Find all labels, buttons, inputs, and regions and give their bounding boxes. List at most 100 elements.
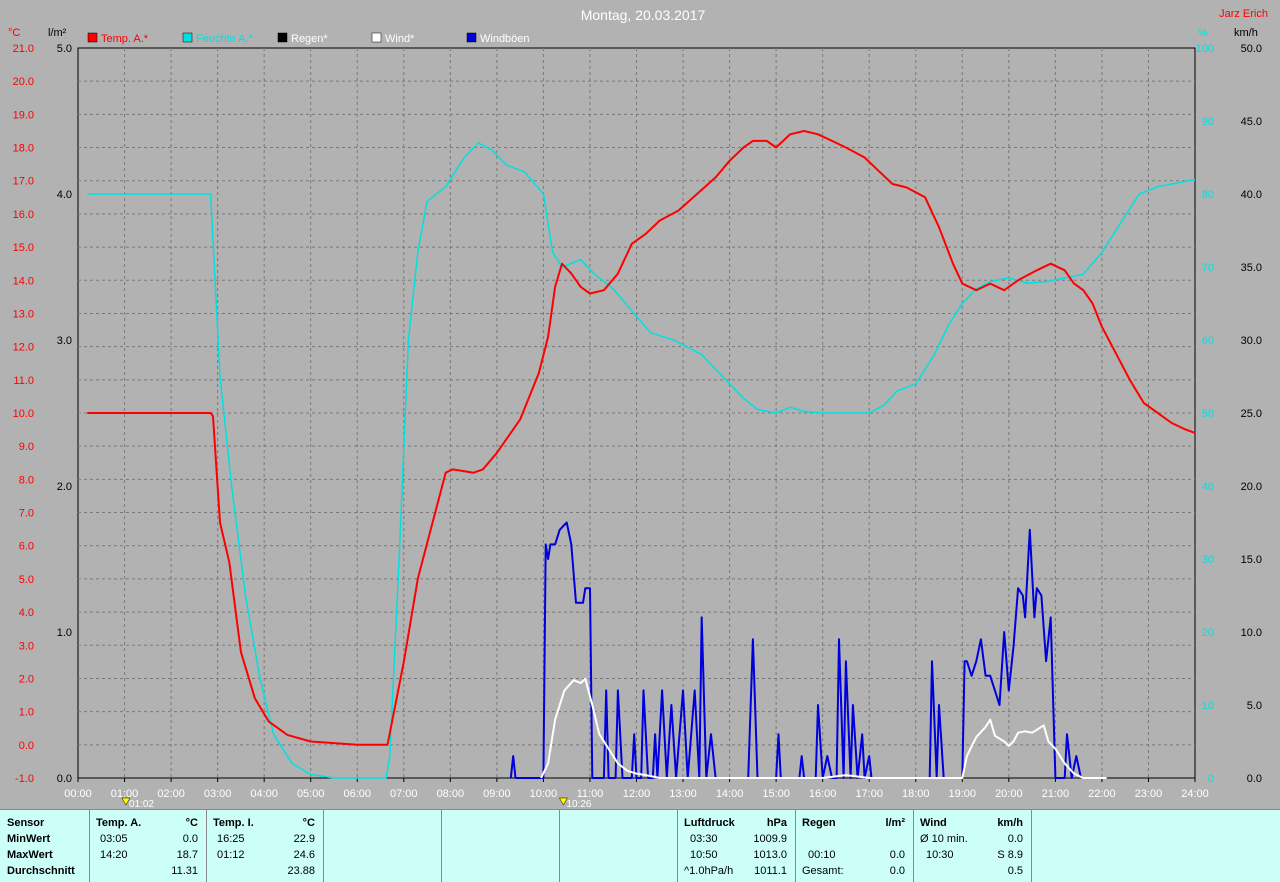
wind-tick-label: 5.0 [1247,700,1262,712]
weather-chart: Montag, 20.03.2017 Jarz Erich Temp. A.* F… [8,7,1268,809]
humidity-tick-label: 90 [1202,116,1214,128]
empty-column-2 [442,810,560,882]
humidity-tick-label: 10 [1202,700,1214,712]
humidity-tick-label: 50 [1202,408,1214,420]
temp-a-column: Temp. A. °C 03:05 0.0 14:20 18.7 11.31 [90,810,207,882]
regen-header: Regen [802,817,836,829]
wind-unit: km/h [997,817,1023,829]
x-tick-label: 08:00 [437,788,465,800]
temp-tick-label: 19.0 [13,109,34,121]
temp-axis-unit: °C [8,27,20,39]
regen-unit: l/m² [885,817,905,829]
temp-tick-label: 4.0 [19,607,34,619]
luftdruck-unit: hPa [766,817,787,829]
temp-a-min-time: 03:05 [100,833,128,845]
luftdruck-trend: ^1.0hPa/h [684,865,734,877]
sensor-header: Sensor [7,817,45,829]
wind-tick-label: 30.0 [1241,335,1262,347]
x-tick-label: 13:00 [669,788,697,800]
rain-tick-label: 4.0 [57,189,72,201]
wind-tick-label: 20.0 [1241,481,1262,493]
legend-label: Feuchte A.* [196,33,254,45]
legend-label: Regen* [291,33,328,45]
temp-tick-label: 16.0 [13,209,34,221]
regen-max-time: 00:10 [808,849,836,861]
temp-tick-label: 15.0 [13,242,34,254]
temp-tick-label: 11.0 [13,375,34,387]
humidity-axis-unit: % [1198,27,1208,39]
rain-axis-unit: l/m² [48,27,67,39]
legend-swatch [466,32,477,43]
humidity-tick-label: 20 [1202,627,1214,639]
temp-a-max-value: 18.7 [176,849,198,861]
temp-i-column: Temp. I. °C 16:25 22.9 01:12 24.6 23.88 [207,810,324,882]
wind-tick-label: 50.0 [1241,43,1262,55]
temp-i-min-value: 22.9 [293,833,315,845]
wind-tick-label: 10.0 [1241,627,1262,639]
wind-avg: 0.5 [1007,865,1023,877]
luftdruck-avg: 1011.1 [754,865,787,877]
chart-legend: Temp. A.* Feuchte A.* Regen* Wind* Windböen [87,32,530,45]
x-tick-label: 00:00 [64,788,92,800]
temp-a-unit: °C [185,817,198,829]
x-tick-label: 24:00 [1181,788,1209,800]
regen-total: 0.0 [889,865,905,877]
temp-tick-label: 1.0 [19,707,34,719]
wind-tick-label: 15.0 [1241,554,1262,566]
legend-swatch [277,32,288,43]
temp-tick-label: 12.0 [13,342,34,354]
temp-i-unit: °C [302,817,315,829]
x-tick-label: 09:00 [483,788,511,800]
luftdruck-min-time: 03:30 [690,833,718,845]
legend-label: Wind* [385,33,415,45]
wind-avg10-value: 0.0 [1007,833,1023,845]
wind-axis-unit: km/h [1234,27,1258,39]
luftdruck-column: Luftdruck hPa 03:30 1009.9 10:50 1013.0 … [678,810,796,882]
legend-swatch [371,32,382,43]
wind-max-value: S 8.9 [997,849,1023,861]
wind-tick-label: 45.0 [1241,116,1262,128]
min-label: MinWert [7,833,51,845]
temp-tick-label: -1.0 [15,773,34,785]
temp-i-avg: 23.88 [287,865,315,877]
humidity-tick-label: 60 [1202,335,1214,347]
temp-tick-label: 17.0 [13,176,34,188]
temp-tick-label: 10.0 [13,408,34,420]
x-tick-label: 23:00 [1135,788,1163,800]
humidity-tick-label: 40 [1202,481,1214,493]
temp-tick-label: 21.0 [13,43,34,55]
x-tick-label: 12:00 [623,788,651,800]
wind-tick-label: 25.0 [1241,408,1262,420]
temp-tick-label: 20.0 [13,76,34,88]
x-tick-label: 06:00 [343,788,371,800]
x-tick-label: 16:00 [809,788,837,800]
temp-i-max-value: 24.6 [293,849,315,861]
luftdruck-max-time: 10:50 [690,849,718,861]
chart-title: Montag, 20.03.2017 [581,7,706,23]
humidity-tick-label: 0 [1208,773,1214,785]
x-tick-label: 14:00 [716,788,744,800]
wind-max-time: 10:30 [926,849,954,861]
regen-column: Regen l/m² 00:10 0.0 Gesamt: 0.0 [796,810,914,882]
legend-swatch [182,32,193,43]
wind-tick-label: 0.0 [1247,773,1262,785]
humidity-tick-label: 80 [1202,189,1214,201]
legend-label: Temp. A.* [101,33,149,45]
max-label: MaxWert [7,849,53,861]
avg-label: Durchschnitt [7,865,75,877]
temp-tick-label: 6.0 [19,541,34,553]
wind-avg10-label: Ø 10 min. [920,833,968,845]
marker-label: 01:02 [129,799,154,809]
temp-a-max-time: 14:20 [100,849,128,861]
rain-tick-label: 3.0 [57,335,72,347]
temp-i-max-time: 01:12 [217,849,245,861]
rain-tick-label: 5.0 [57,43,72,55]
x-tick-label: 21:00 [1042,788,1070,800]
x-tick-label: 19:00 [949,788,977,800]
marker-label: 10:26 [566,799,591,809]
regen-max-value: 0.0 [889,849,905,861]
temp-tick-label: 13.0 [13,308,34,320]
stats-panel: Sensor MinWert MaxWert Durchschnitt Temp… [0,809,1280,882]
legend-label: Windböen [480,33,530,45]
rain-tick-label: 0.0 [57,773,72,785]
